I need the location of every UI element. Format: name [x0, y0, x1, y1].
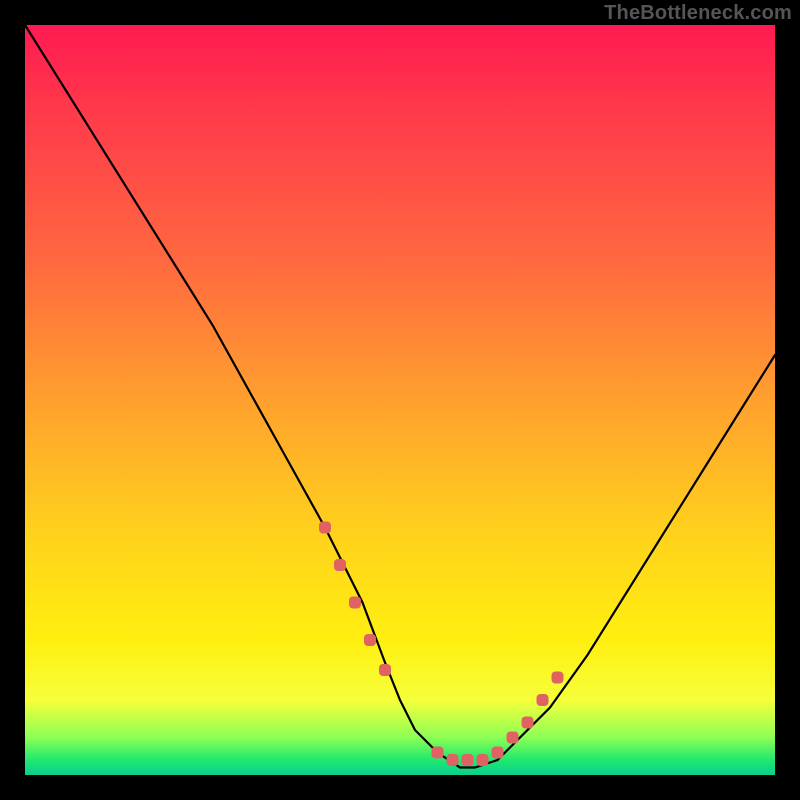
- curve-marker: [379, 664, 391, 676]
- plot-area: [25, 25, 775, 775]
- curve-marker: [334, 559, 346, 571]
- bottleneck-curve-path: [25, 25, 775, 768]
- curve-marker: [319, 522, 331, 534]
- curve-marker: [537, 694, 549, 706]
- curve-marker: [462, 754, 474, 766]
- curve-marker: [432, 747, 444, 759]
- watermark-text: TheBottleneck.com: [604, 2, 792, 25]
- chart-frame: TheBottleneck.com: [0, 0, 800, 800]
- curve-marker: [507, 732, 519, 744]
- curve-marker: [552, 672, 564, 684]
- curve-marker: [522, 717, 534, 729]
- curve-marker: [477, 754, 489, 766]
- curve-marker: [349, 597, 361, 609]
- curve-marker: [492, 747, 504, 759]
- curve-marker: [447, 754, 459, 766]
- curve-marker: [364, 634, 376, 646]
- bottleneck-curve-svg: [25, 25, 775, 775]
